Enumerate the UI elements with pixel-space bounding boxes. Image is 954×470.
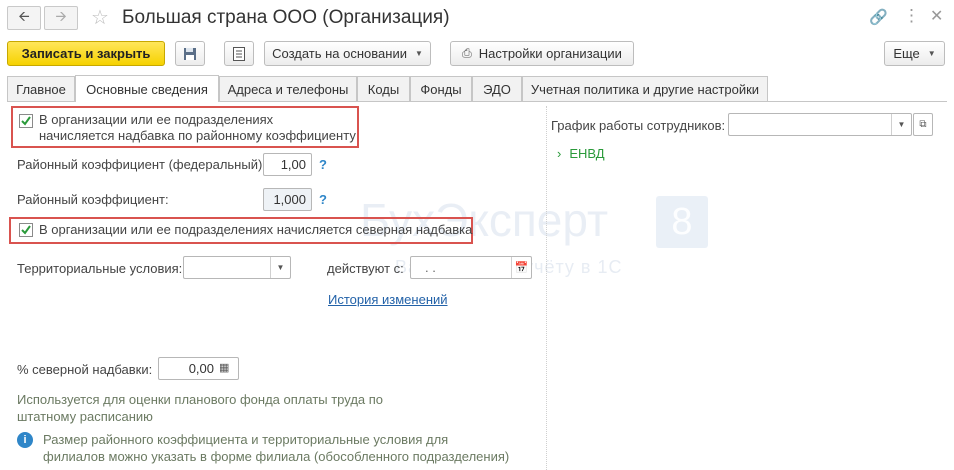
- tab-codes[interactable]: Коды: [357, 76, 410, 101]
- fund-hint-text: Используется для оценки планового фонда …: [17, 392, 384, 424]
- document-list-button[interactable]: [224, 41, 254, 66]
- federal-coef-input[interactable]: 1,00: [263, 153, 312, 176]
- regional-coef-checkbox[interactable]: [19, 114, 33, 128]
- org-settings-button[interactable]: ⎙ Настройки организации: [450, 41, 634, 66]
- link-icon[interactable]: 🔗: [869, 8, 888, 26]
- regional-coef-value: 1,000: [263, 188, 312, 211]
- checkmark-icon: [21, 225, 31, 235]
- forward-button[interactable]: 🡪: [44, 6, 78, 30]
- back-button[interactable]: 🡨: [7, 6, 41, 30]
- northern-percent-label: % северной надбавки:: [17, 362, 153, 377]
- territorial-select[interactable]: ▼: [183, 256, 291, 279]
- territorial-label: Территориальные условия:: [17, 261, 183, 276]
- tab-basic-info[interactable]: Основные сведения: [75, 75, 219, 102]
- create-based-on-label: Создать на основании: [272, 46, 407, 61]
- open-window-icon: ⧉: [919, 119, 927, 130]
- regional-coef-label: Районный коэффициент:: [17, 192, 169, 207]
- federal-coef-label: Районный коэффициент (федеральный):: [17, 157, 266, 172]
- history-link[interactable]: История изменений: [328, 292, 448, 307]
- valid-from-label: действуют с:: [327, 261, 404, 276]
- save-button[interactable]: [175, 41, 205, 66]
- federal-coef-help-icon[interactable]: ?: [319, 157, 327, 172]
- regional-coef-help-icon[interactable]: ?: [319, 192, 327, 207]
- watermark-digit: 8: [656, 196, 708, 248]
- valid-from-date-input[interactable]: . . 📅: [410, 256, 532, 279]
- close-icon[interactable]: ✕: [930, 6, 943, 26]
- star-icon[interactable]: ☆: [91, 5, 109, 30]
- more-label: Еще: [893, 46, 920, 61]
- chevron-down-icon[interactable]: ▼: [891, 114, 911, 135]
- schedule-label: График работы сотрудников:: [551, 118, 726, 133]
- document-icon: [233, 46, 245, 61]
- tab-accounting-policy[interactable]: Учетная политика и другие настройки: [522, 76, 768, 101]
- northern-checkbox-label: В организации или ее подразделениях начи…: [39, 222, 473, 237]
- info-icon: i: [17, 432, 33, 448]
- chevron-down-icon: ▼: [414, 49, 423, 58]
- valid-from-value: . .: [425, 260, 436, 275]
- more-menu-icon[interactable]: ⋮: [903, 6, 920, 26]
- create-based-on-button[interactable]: Создать на основании ▼: [264, 41, 431, 66]
- chevron-down-icon: ▼: [927, 49, 936, 58]
- checkmark-icon: [21, 116, 31, 126]
- arrow-left-icon: 🡨: [18, 8, 30, 24]
- floppy-icon: [184, 47, 196, 60]
- tab-funds[interactable]: Фонды: [410, 76, 472, 101]
- chevron-down-icon[interactable]: ▼: [270, 257, 290, 278]
- printer-icon: ⎙: [462, 46, 472, 60]
- more-button[interactable]: Еще ▼: [884, 41, 945, 66]
- calculator-icon[interactable]: ▦: [219, 361, 229, 374]
- schedule-select[interactable]: ▼: [728, 113, 912, 136]
- tab-main[interactable]: Главное: [7, 76, 75, 101]
- envd-group[interactable]: › ЕНВД: [557, 146, 605, 161]
- chevron-right-icon: ›: [557, 146, 562, 161]
- column-separator: [546, 106, 547, 470]
- northern-allowance-checkbox[interactable]: [19, 223, 33, 237]
- regional-checkbox-label-line2: начисляется надбавка по районному коэффи…: [39, 128, 356, 143]
- open-schedule-button[interactable]: ⧉: [913, 113, 933, 136]
- calendar-icon[interactable]: 📅: [511, 257, 531, 278]
- branch-info-text: Размер районного коэффициента и территор…: [43, 432, 510, 464]
- envd-label: ЕНВД: [569, 146, 605, 161]
- save-and-close-button[interactable]: Записать и закрыть: [7, 41, 165, 66]
- org-settings-label: Настройки организации: [478, 46, 622, 61]
- window-title: Большая страна ООО (Организация): [122, 7, 450, 28]
- tab-edo[interactable]: ЭДО: [472, 76, 522, 101]
- tab-addresses[interactable]: Адреса и телефоны: [219, 76, 357, 101]
- arrow-right-icon: 🡪: [55, 8, 67, 24]
- regional-checkbox-label-line1: В организации или ее подразделениях: [39, 112, 274, 127]
